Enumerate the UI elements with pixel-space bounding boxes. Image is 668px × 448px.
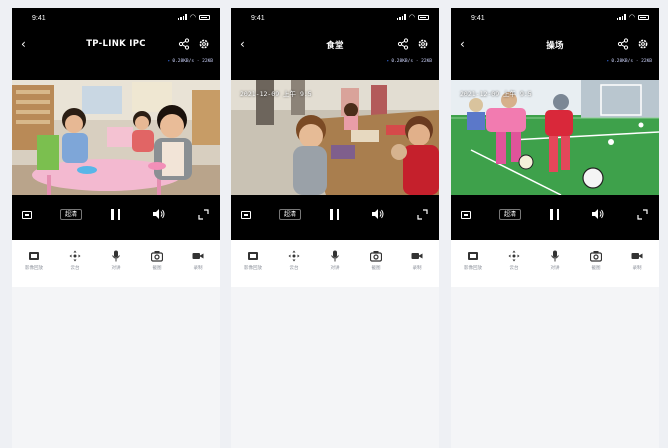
toolbar: 影像回放 云台 对讲 截图 录制 (231, 240, 439, 287)
phone-screen-2: 9:41 ◠ ‹ 食堂 ⬩ 0.28KB/s · 22KB 2021-12-09… (231, 8, 439, 448)
microphone-icon (112, 250, 120, 262)
video-camera-icon (631, 253, 643, 259)
record-screen-icon[interactable] (22, 211, 32, 219)
network-speed: ⬩ 0.28KB/s · 22KB (387, 59, 432, 64)
player-controls: 超清 (12, 195, 220, 240)
classroom-video-frame (12, 80, 220, 195)
volume-icon[interactable] (152, 208, 166, 220)
status-bar: 9:41 ◠ (451, 8, 659, 28)
battery-icon (638, 14, 649, 20)
phone-screen-1: 9:41 ◠ ‹ TP-LINK IPC ⬩ 0.28KB/s · 22KB 超… (12, 8, 220, 448)
fullscreen-icon[interactable] (417, 209, 428, 220)
playback-icon (248, 252, 258, 260)
top-bar: 9:41 ◠ ‹ 操场 ⬩ 0.28KB/s · 22KB (451, 8, 659, 80)
signal-icon (177, 14, 187, 20)
quality-button[interactable]: 超清 (279, 209, 301, 220)
playback-icon (29, 252, 39, 260)
screenshot-button[interactable]: 截图 (358, 250, 394, 272)
player-controls: 超清 (231, 195, 439, 240)
camera-icon (370, 251, 382, 262)
record-button[interactable]: 录制 (619, 250, 655, 272)
toolbar: 影像回放 云台 对讲 截图 录制 (12, 240, 220, 287)
playback-button[interactable]: 影像回放 (455, 250, 491, 272)
intercom-button[interactable]: 对讲 (98, 250, 134, 272)
camera-icon (151, 251, 163, 262)
share-icon[interactable] (397, 38, 409, 50)
ptz-icon (508, 250, 520, 262)
ptz-button[interactable]: 云台 (276, 250, 312, 272)
network-speed: ⬩ 0.28KB/s · 22KB (607, 59, 652, 64)
gear-icon[interactable] (198, 38, 210, 50)
wifi-icon: ◠ (628, 13, 635, 21)
share-icon[interactable] (178, 38, 190, 50)
toolbar: 影像回放 云台 对讲 截图 录制 (451, 240, 659, 287)
video-timestamp: 2021-12-09 上午 9:5 (240, 90, 312, 98)
pause-icon[interactable] (111, 209, 120, 220)
top-bar: 9:41 ◠ ‹ 食堂 ⬩ 0.28KB/s · 22KB (231, 8, 439, 80)
ptz-button[interactable]: 云台 (496, 250, 532, 272)
nav-bar: ‹ 操场 (451, 36, 659, 54)
ptz-icon (69, 250, 81, 262)
signal-icon (616, 14, 626, 20)
intercom-button[interactable]: 对讲 (317, 250, 353, 272)
playback-icon (468, 252, 478, 260)
camera-icon (590, 251, 602, 262)
share-icon[interactable] (617, 38, 629, 50)
fullscreen-icon[interactable] (637, 209, 648, 220)
record-screen-icon[interactable] (461, 211, 471, 219)
nav-bar: ‹ TP-LINK IPC (12, 36, 220, 54)
video-camera-icon (411, 253, 423, 259)
intercom-button[interactable]: 对讲 (537, 250, 573, 272)
gear-icon[interactable] (417, 38, 429, 50)
battery-icon (418, 14, 429, 20)
signal-icon (396, 14, 406, 20)
status-time: 9:41 (32, 15, 46, 22)
microphone-icon (331, 250, 339, 262)
phone-screen-3: 9:41 ◠ ‹ 操场 ⬩ 0.28KB/s · 22KB 2021-12-09… (451, 8, 659, 448)
status-bar: 9:41 ◠ (231, 8, 439, 28)
status-icons: ◠ (616, 13, 649, 21)
video-feed[interactable]: 2021-12-09 上午 9:5 (231, 80, 439, 195)
status-bar: 9:41 ◠ (12, 8, 220, 28)
quality-button[interactable]: 超清 (60, 209, 82, 220)
battery-icon (199, 14, 210, 20)
ptz-button[interactable]: 云台 (57, 250, 93, 272)
status-time: 9:41 (471, 15, 485, 22)
gear-icon[interactable] (637, 38, 649, 50)
wifi-icon: ◠ (408, 13, 415, 21)
screenshot-button[interactable]: 截图 (578, 250, 614, 272)
player-controls: 超清 (451, 195, 659, 240)
microphone-icon (551, 250, 559, 262)
record-button[interactable]: 录制 (180, 250, 216, 272)
network-speed: ⬩ 0.28KB/s · 22KB (168, 59, 213, 64)
nav-bar: ‹ 食堂 (231, 36, 439, 54)
status-icons: ◠ (396, 13, 429, 21)
video-camera-icon (192, 253, 204, 259)
video-feed[interactable] (12, 80, 220, 195)
wifi-icon: ◠ (189, 13, 196, 21)
status-icons: ◠ (177, 13, 210, 21)
ptz-icon (288, 250, 300, 262)
video-feed[interactable]: 2021-12-09 上午 9:5 (451, 80, 659, 195)
playback-button[interactable]: 影像回放 (235, 250, 271, 272)
top-bar: 9:41 ◠ ‹ TP-LINK IPC ⬩ 0.28KB/s · 22KB (12, 8, 220, 80)
fullscreen-icon[interactable] (198, 209, 209, 220)
record-button[interactable]: 录制 (399, 250, 435, 272)
volume-icon[interactable] (371, 208, 385, 220)
quality-button[interactable]: 超清 (499, 209, 521, 220)
status-time: 9:41 (251, 15, 265, 22)
video-timestamp: 2021-12-09 上午 9:5 (460, 90, 532, 98)
pause-icon[interactable] (330, 209, 339, 220)
pause-icon[interactable] (550, 209, 559, 220)
playback-button[interactable]: 影像回放 (16, 250, 52, 272)
volume-icon[interactable] (591, 208, 605, 220)
screenshot-button[interactable]: 截图 (139, 250, 175, 272)
record-screen-icon[interactable] (241, 211, 251, 219)
